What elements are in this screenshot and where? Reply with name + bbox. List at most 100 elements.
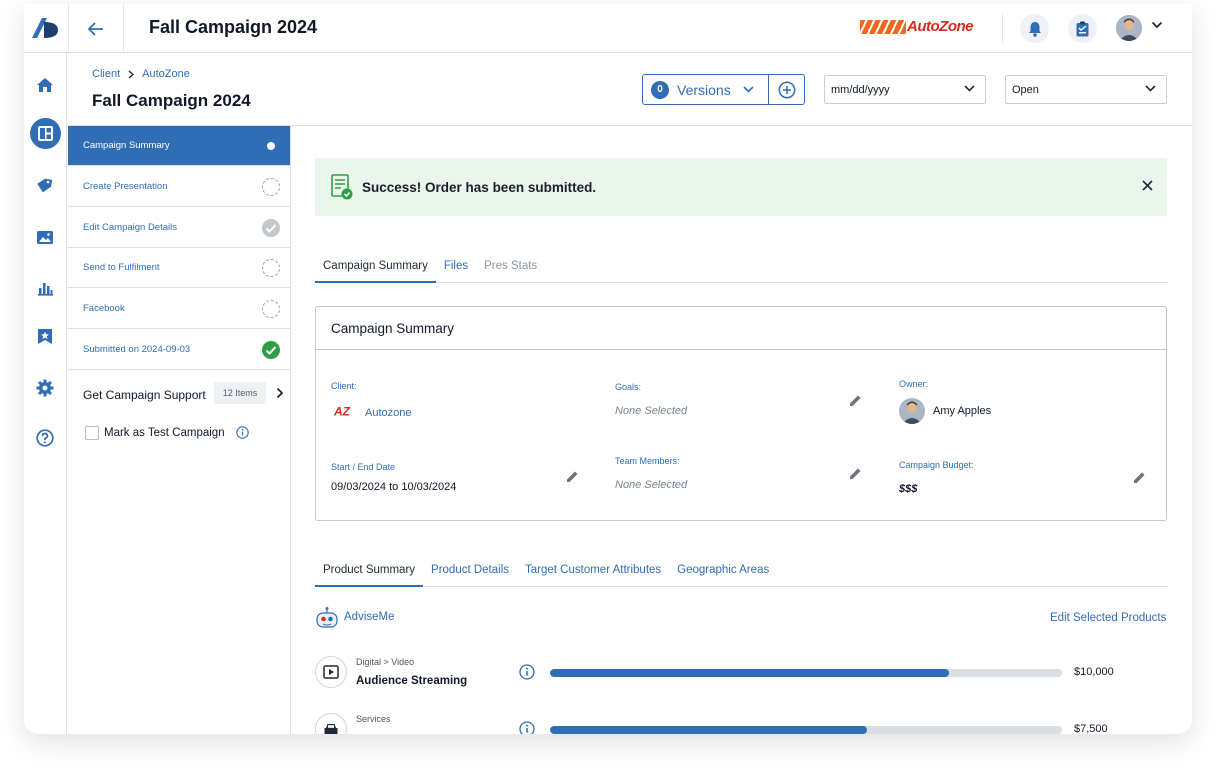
budget-value: $$$ xyxy=(899,483,918,495)
campaign-summary-card: Campaign Summary Client: AZ Autozone Goa… xyxy=(315,306,1167,521)
tab-product-details[interactable]: Product Details xyxy=(423,557,517,587)
card-title: Campaign Summary xyxy=(316,307,1166,350)
step-submitted[interactable]: Submitted on 2024-09-03 xyxy=(68,330,290,370)
breadcrumb-autozone[interactable]: AutoZone xyxy=(142,68,190,80)
bell-icon xyxy=(1028,21,1041,37)
product-category: Services xyxy=(356,714,391,724)
product-budget-bar xyxy=(550,669,1062,677)
client-label: Client: xyxy=(331,381,357,391)
step-label: Edit Campaign Details xyxy=(83,222,177,233)
pending-circle-icon xyxy=(262,178,280,196)
step-create-presentation[interactable]: Create Presentation xyxy=(68,167,290,207)
pending-circle-icon xyxy=(262,259,280,277)
step-label: Facebook xyxy=(83,303,125,314)
step-label: Create Presentation xyxy=(83,181,168,192)
versions-control: 0 Versions xyxy=(642,74,805,105)
step-campaign-summary[interactable]: Campaign Summary xyxy=(68,126,290,166)
svg-text:AZ: AZ xyxy=(334,405,351,417)
close-icon[interactable] xyxy=(1142,180,1153,191)
notifications-button[interactable] xyxy=(1020,14,1049,43)
test-campaign-checkbox[interactable] xyxy=(85,426,99,440)
info-icon[interactable] xyxy=(519,664,535,680)
robot-icon xyxy=(316,607,338,628)
window-title: Fall Campaign 2024 xyxy=(149,17,318,37)
product-tabs: Product Summary Product Details Target C… xyxy=(315,557,1167,587)
tab-pres-stats[interactable]: Pres Stats xyxy=(476,253,545,283)
clipboard-icon xyxy=(1076,21,1089,36)
pencil-icon[interactable] xyxy=(848,393,863,408)
success-alert: Success! Order has been submitted. xyxy=(315,158,1167,216)
video-play-icon xyxy=(315,656,347,688)
date-select-value: mm/dd/yyyy xyxy=(831,83,890,96)
date-select[interactable]: mm/dd/yyyy xyxy=(824,75,986,104)
adviseme-link[interactable]: AdviseMe xyxy=(315,606,395,628)
add-version-button[interactable] xyxy=(769,75,804,104)
product-budget-fill xyxy=(550,726,868,734)
status-select[interactable]: Open xyxy=(1005,75,1167,104)
tab-geographic-areas[interactable]: Geographic Areas xyxy=(669,557,777,587)
app-window: Fall Campaign 2024 AutoZone Client AutoZ… xyxy=(24,4,1192,734)
product-budget-fill xyxy=(550,669,950,677)
step-edit-campaign-details[interactable]: Edit Campaign Details xyxy=(68,208,290,248)
nav-rail xyxy=(24,53,67,734)
breadcrumb-client[interactable]: Client xyxy=(92,68,120,80)
bar-chart-icon[interactable] xyxy=(34,277,56,299)
bookmark-star-icon[interactable] xyxy=(34,325,56,347)
current-dot-icon xyxy=(267,142,275,150)
check-circle-green-icon xyxy=(262,341,280,359)
help-icon[interactable] xyxy=(34,427,56,449)
dashboard-icon[interactable] xyxy=(30,118,61,149)
goals-label: Goals: xyxy=(615,382,642,392)
tab-files[interactable]: Files xyxy=(436,253,476,283)
alert-message: Success! Order has been submitted. xyxy=(362,179,597,195)
avatar[interactable] xyxy=(1116,15,1142,41)
top-bar: Fall Campaign 2024 AutoZone xyxy=(24,4,1192,53)
budget-label: Campaign Budget: xyxy=(899,460,974,470)
divider xyxy=(1002,14,1003,43)
step-facebook[interactable]: Facebook xyxy=(68,289,290,329)
image-icon[interactable] xyxy=(34,226,56,248)
document-check-icon xyxy=(331,174,353,200)
adviseme-label: AdviseMe xyxy=(344,611,395,623)
team-label: Team Members: xyxy=(615,456,680,466)
back-arrow-icon xyxy=(88,21,103,36)
tasks-button[interactable] xyxy=(1068,14,1097,43)
edit-selected-products-link[interactable]: Edit Selected Products xyxy=(1050,612,1166,624)
chevron-down-icon[interactable] xyxy=(1151,21,1163,29)
tab-product-summary[interactable]: Product Summary xyxy=(315,557,424,587)
campaign-support-label[interactable]: Get Campaign Support xyxy=(83,388,206,402)
chevron-down-icon xyxy=(1145,85,1156,92)
product-name: Audience Streaming xyxy=(356,675,468,687)
pencil-icon[interactable] xyxy=(1132,470,1147,485)
info-icon[interactable] xyxy=(236,426,249,439)
step-label: Send to Fulfilment xyxy=(83,262,160,273)
step-label: Submitted on 2024-09-03 xyxy=(83,344,191,355)
logo-icon[interactable] xyxy=(30,14,62,42)
client-logo: AZ xyxy=(334,405,351,417)
chevron-right-icon xyxy=(128,69,135,79)
chevron-down-icon xyxy=(743,86,754,93)
pending-circle-icon xyxy=(262,300,280,318)
tab-target-customer-attributes[interactable]: Target Customer Attributes xyxy=(517,557,669,587)
step-send-to-fulfilment[interactable]: Send to Fulfilment xyxy=(68,248,290,288)
tab-campaign-summary[interactable]: Campaign Summary xyxy=(315,253,436,283)
versions-dropdown[interactable]: 0 Versions xyxy=(643,75,769,104)
versions-label: Versions xyxy=(677,81,731,98)
plus-circle-icon xyxy=(778,81,795,98)
gear-icon[interactable] xyxy=(34,377,56,399)
client-value[interactable]: Autozone xyxy=(365,407,411,419)
goals-value: None Selected xyxy=(615,405,688,417)
owner-value: Amy Apples xyxy=(933,405,992,417)
status-select-value: Open xyxy=(1012,83,1039,96)
owner-avatar xyxy=(899,398,925,424)
pencil-icon[interactable] xyxy=(848,466,863,481)
car-icon xyxy=(315,713,347,734)
chevron-right-icon[interactable] xyxy=(276,387,284,399)
page-title: Fall Campaign 2024 xyxy=(92,91,251,110)
back-button[interactable] xyxy=(68,4,124,53)
test-campaign-label: Mark as Test Campaign xyxy=(104,427,225,439)
pencil-icon[interactable] xyxy=(565,469,580,484)
tag-icon[interactable] xyxy=(34,175,56,197)
info-icon[interactable] xyxy=(519,721,535,734)
home-icon[interactable] xyxy=(34,74,56,96)
